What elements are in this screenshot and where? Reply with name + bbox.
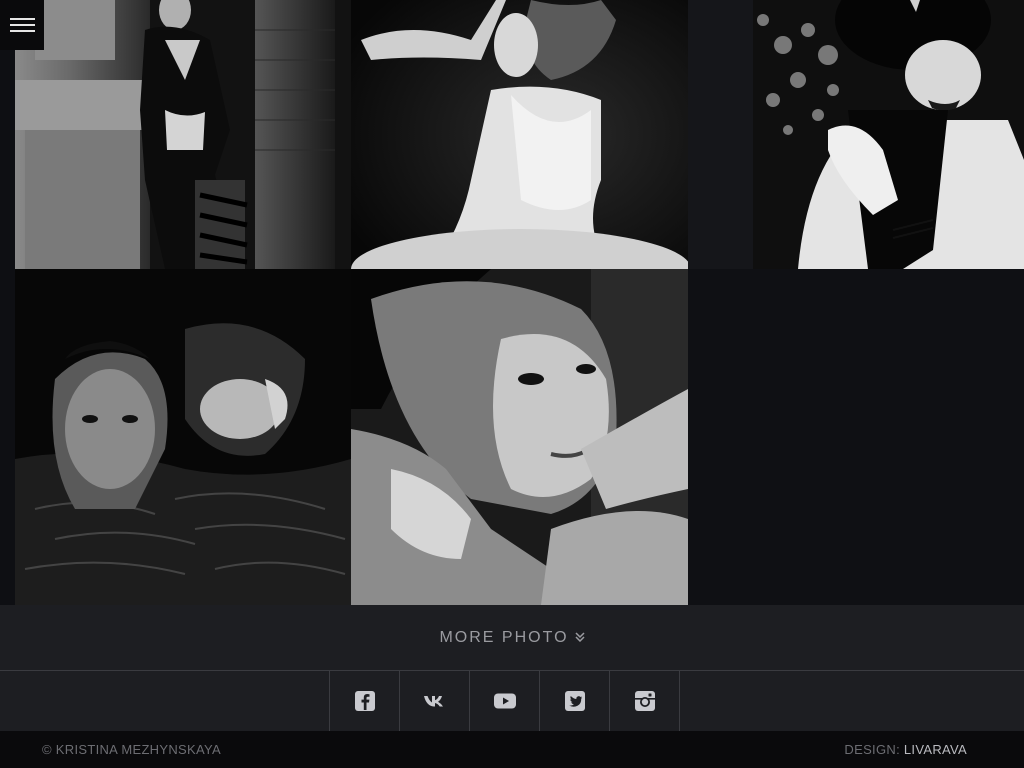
- photo-couple-in-water[interactable]: [15, 269, 351, 605]
- double-chevron-down-icon: [574, 629, 585, 647]
- photo-woman-with-hat[interactable]: [688, 0, 1024, 269]
- photo-gallery: [0, 0, 1024, 605]
- twitter-icon[interactable]: [540, 671, 610, 731]
- copyright-text: © KRISTINA MEZHYNSKAYA: [42, 742, 221, 757]
- footer: © KRISTINA MEZHYNSKAYA DESIGN: LIVARAVA: [0, 731, 1024, 768]
- more-photo-label: MORE PHOTO: [439, 628, 569, 646]
- social-bar: [0, 671, 1024, 731]
- hamburger-menu-icon[interactable]: [0, 0, 44, 50]
- vk-icon[interactable]: [400, 671, 470, 731]
- more-photo-bar: MORE PHOTO: [0, 605, 1024, 671]
- design-credit: DESIGN: LIVARAVA: [844, 742, 967, 757]
- photo-woman-in-white-gown[interactable]: [351, 0, 688, 269]
- photo-woman-at-stone-column[interactable]: [15, 0, 351, 269]
- design-label: DESIGN:: [844, 742, 900, 757]
- design-link[interactable]: LIVARAVA: [904, 742, 967, 757]
- instagram-icon[interactable]: [610, 671, 680, 731]
- youtube-icon[interactable]: [470, 671, 540, 731]
- facebook-icon[interactable]: [330, 671, 400, 731]
- photo-woman-portrait-wet[interactable]: [351, 269, 688, 605]
- gallery-empty-tile: [688, 269, 1024, 605]
- more-photo-button[interactable]: MORE PHOTO: [439, 628, 585, 647]
